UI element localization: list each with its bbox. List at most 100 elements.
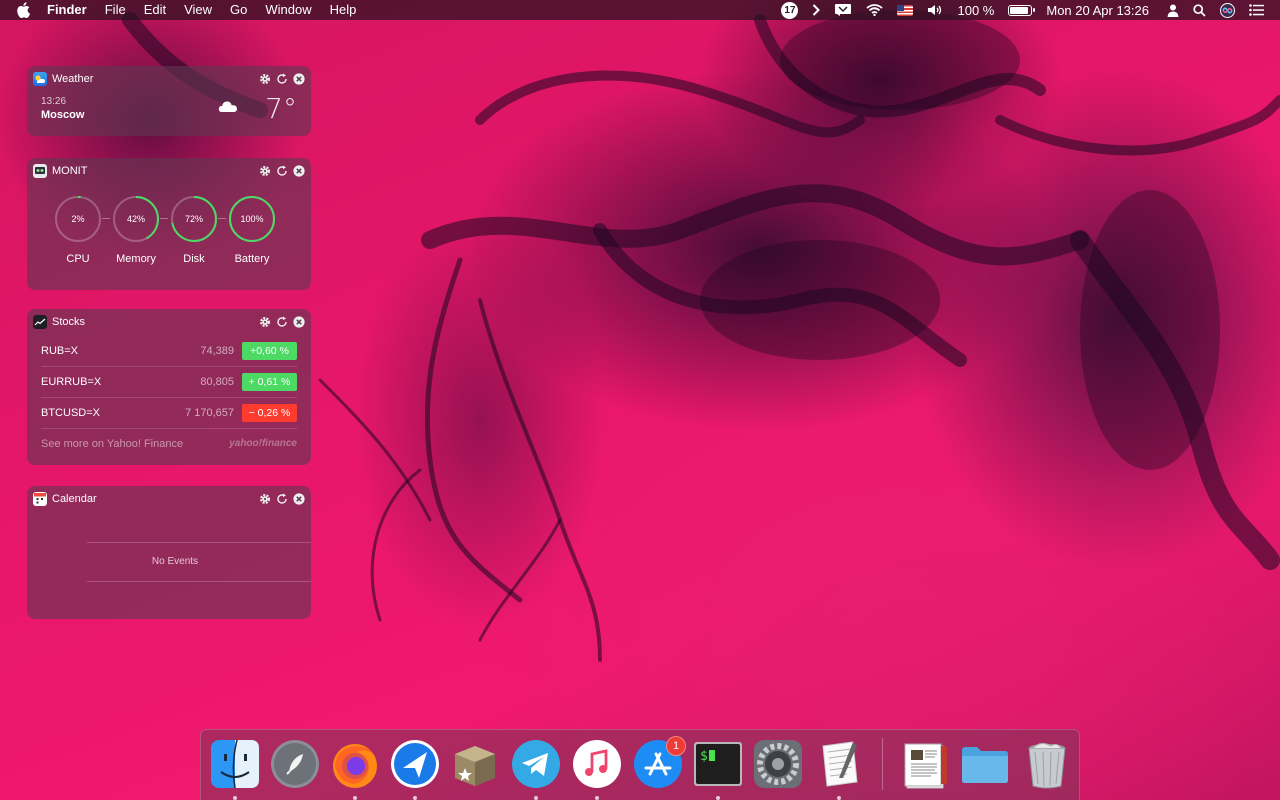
dock: $	[200, 729, 1080, 800]
app-store-update-badge: 1	[666, 736, 686, 756]
spotlight-search-icon[interactable]	[1193, 3, 1206, 17]
weather-city: Moscow	[41, 109, 85, 121]
refresh-icon[interactable]	[275, 72, 288, 85]
dock-archiver[interactable]	[449, 738, 501, 790]
refresh-icon[interactable]	[275, 164, 288, 177]
archive-box-icon	[455, 746, 495, 786]
gear-icon[interactable]	[258, 164, 271, 177]
menu-help[interactable]: Help	[321, 0, 366, 20]
dock-finder[interactable]	[209, 738, 261, 790]
menubar-clock[interactable]: Mon 20 Apr 13:26	[1046, 3, 1149, 18]
running-indicator	[534, 796, 538, 800]
weather-time: 13:26	[41, 96, 67, 107]
refresh-icon[interactable]	[275, 492, 288, 505]
close-icon[interactable]	[292, 72, 305, 85]
disk-gauge-value: 72%	[184, 214, 203, 224]
dock-preview[interactable]	[901, 738, 953, 790]
calendar-app-icon	[33, 492, 47, 506]
menu-go[interactable]: Go	[221, 0, 256, 20]
gear-icon[interactable]	[258, 492, 271, 505]
stock-row[interactable]: BTCUSD=X 7 170,657 − 0,26 %	[41, 398, 297, 429]
stock-change-badge[interactable]: − 0,26 %	[242, 404, 297, 422]
stock-symbol: EURRUB=X	[41, 376, 102, 388]
launchpad-icon	[271, 740, 319, 788]
textedit-icon	[822, 741, 858, 787]
menu-file[interactable]: File	[96, 0, 135, 20]
chevron-right-icon[interactable]	[812, 4, 821, 16]
dock-terminal[interactable]: $	[692, 738, 744, 790]
calendar-status-icon[interactable]: 17	[781, 1, 799, 19]
dock-telegram[interactable]	[510, 738, 562, 790]
stock-row[interactable]: EURRUB=X 80,805 + 0,61 %	[41, 367, 297, 398]
menu-view[interactable]: View	[175, 0, 221, 20]
dock-spark[interactable]	[389, 738, 441, 790]
calendar-widget[interactable]: Calendar No Events	[27, 486, 311, 619]
close-icon[interactable]	[292, 492, 305, 505]
gauge-connector	[160, 218, 168, 219]
battery-gauge: 100%	[227, 194, 277, 244]
siri-icon[interactable]	[1220, 2, 1235, 18]
yahoo-finance-link[interactable]: See more on Yahoo! Finance	[41, 438, 183, 450]
terminal-icon: $	[694, 742, 742, 786]
gear-icon[interactable]	[258, 315, 271, 328]
stocks-app-icon	[33, 315, 47, 329]
widget-header: Calendar	[33, 490, 305, 508]
dock-system-preferences[interactable]	[752, 738, 804, 790]
running-indicator	[233, 796, 237, 800]
cpu-gauge-value: 2%	[71, 214, 85, 224]
gauge-connector	[102, 218, 110, 219]
widget-header: Weather	[33, 70, 305, 88]
finder-icon	[211, 739, 259, 789]
calendar-no-events: No Events	[151, 556, 199, 567]
dock-firefox[interactable]	[329, 738, 381, 790]
close-icon[interactable]	[292, 315, 305, 328]
gear-icon[interactable]	[258, 72, 271, 85]
running-indicator	[413, 796, 417, 800]
apple-menu-icon[interactable]	[16, 2, 33, 19]
weather-temperature: 7°	[265, 92, 297, 125]
trash-icon	[1028, 742, 1066, 789]
folder-icon	[962, 747, 1008, 783]
stocks-widget[interactable]: Stocks RUB=X 74,389 +0,60 % EURRUB=X 80,…	[27, 309, 311, 465]
notification-icon[interactable]	[834, 3, 852, 17]
widget-title: Calendar	[52, 493, 97, 505]
dock-textedit[interactable]	[813, 738, 865, 790]
divider	[87, 542, 311, 543]
close-icon[interactable]	[292, 164, 305, 177]
volume-icon[interactable]	[927, 4, 943, 16]
calendar-date-badge: 17	[781, 1, 799, 19]
memory-gauge-value: 42%	[126, 214, 145, 224]
dock-itunes[interactable]	[571, 738, 623, 790]
user-icon[interactable]	[1167, 4, 1179, 17]
battery-gauge-value: 100%	[240, 214, 264, 224]
disk-gauge: 72%	[169, 194, 219, 244]
stock-symbol: BTCUSD=X	[41, 407, 100, 419]
divider	[87, 581, 311, 582]
running-indicator	[837, 796, 841, 800]
stock-symbol: RUB=X	[41, 345, 78, 357]
stock-change-badge[interactable]: + 0,61 %	[242, 373, 297, 391]
battery-label: Battery	[234, 253, 270, 265]
menu-edit[interactable]: Edit	[135, 0, 175, 20]
menu-window[interactable]: Window	[256, 0, 320, 20]
weather-app-icon	[33, 72, 47, 86]
dock-downloads-folder[interactable]	[959, 738, 1011, 790]
stock-change-badge[interactable]: +0,60 %	[242, 342, 297, 360]
monit-widget[interactable]: MONIT 2% 42% 72% 100% CPU Memory Disk Ba…	[27, 158, 311, 290]
refresh-icon[interactable]	[275, 315, 288, 328]
dock-launchpad[interactable]	[269, 738, 321, 790]
dock-trash[interactable]	[1021, 738, 1073, 790]
wifi-icon[interactable]	[866, 4, 884, 16]
monit-app-icon	[33, 164, 47, 178]
preview-document-icon	[904, 743, 947, 789]
battery-icon[interactable]	[1008, 4, 1036, 16]
input-source-flag-icon[interactable]	[897, 4, 914, 16]
itunes-music-icon	[573, 740, 621, 788]
menu-app-finder[interactable]: Finder	[47, 0, 96, 20]
gauge-connector	[218, 218, 226, 219]
notification-center-icon[interactable]	[1249, 4, 1264, 16]
weather-widget[interactable]: Weather 13:26 Moscow 7°	[27, 66, 311, 136]
stock-row[interactable]: RUB=X 74,389 +0,60 %	[41, 336, 297, 367]
battery-percentage[interactable]: 100 %	[957, 3, 994, 18]
dock-separator	[882, 738, 883, 790]
